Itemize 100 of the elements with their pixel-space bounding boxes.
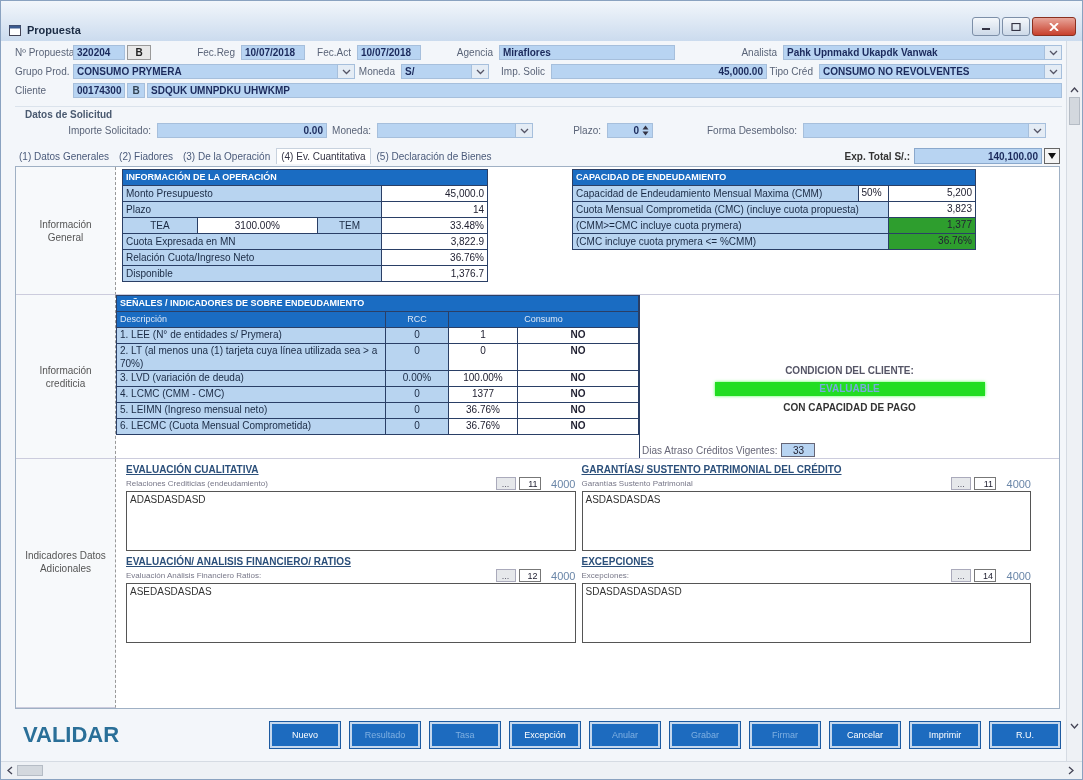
field-label: Moneda xyxy=(357,66,396,77)
scroll-thumb[interactable] xyxy=(1069,97,1080,125)
text-field[interactable]: 10/07/2018 xyxy=(357,45,421,60)
field-label: Plazo: xyxy=(572,125,602,136)
ellipsis-button[interactable]: ... xyxy=(951,569,971,582)
table-header: CAPACIDAD DE ENDEUDAMIENTO xyxy=(572,169,976,186)
counter-field: 11 xyxy=(518,477,541,490)
field-label: Imp. Solic xyxy=(500,66,546,77)
dropdown-button[interactable] xyxy=(1044,148,1060,164)
close-icon xyxy=(1049,22,1059,31)
maximize-icon xyxy=(1011,22,1021,31)
dropdown[interactable] xyxy=(803,123,1046,138)
scroll-up-icon xyxy=(1070,87,1079,93)
table-cell: 0 xyxy=(448,343,518,371)
text-area[interactable]: ADASDASDASD xyxy=(126,491,576,551)
dropdown[interactable]: S/ xyxy=(401,64,489,79)
dropdown-value: Pahk Upnmakd Ukapdk Vanwak xyxy=(787,46,939,59)
dropdown-value: CONSUMO NO REVOLVENTES xyxy=(823,65,971,78)
action-button[interactable]: Imprimir xyxy=(910,722,980,748)
vertical-scrollbar[interactable] xyxy=(1066,41,1082,761)
tab[interactable]: (4) Ev. Cuantitativa xyxy=(276,148,371,164)
window-title: Propuesta xyxy=(27,24,81,36)
dropdown[interactable]: Pahk Upnmakd Ukapdk Vanwak xyxy=(783,45,1062,60)
section-title: EVALUACIÓN/ ANALISIS FINANCIERO/ RATIOS xyxy=(126,555,352,568)
search-button[interactable]: B xyxy=(127,45,151,60)
field-label: Tipo Créd xyxy=(769,66,814,77)
max-length-label: 4000 xyxy=(1005,477,1031,490)
caret-down-icon xyxy=(1048,153,1056,159)
tab[interactable]: (5) Declaración de Bienes xyxy=(372,148,496,164)
tab[interactable]: (1) Datos Generales xyxy=(15,148,114,164)
chevron-down-icon xyxy=(519,127,529,134)
table-header: SEÑALES / INDICADORES DE SOBRE ENDEUDAMIENTO xyxy=(116,295,639,312)
field-label: Agencia xyxy=(455,47,494,58)
section-label: Información General xyxy=(38,217,93,244)
number-field[interactable]: 140,100.00 xyxy=(914,148,1042,164)
action-button[interactable]: Nuevo xyxy=(270,722,340,748)
minimize-button[interactable] xyxy=(972,17,1000,36)
dropdown[interactable]: CONSUMO NO REVOLVENTES xyxy=(819,64,1062,79)
text-area[interactable]: ASDASDASDAS xyxy=(581,491,1031,551)
scroll-right-icon xyxy=(1068,766,1074,775)
field-label: Evaluación Análisis Financiero Ratios: xyxy=(126,571,263,580)
section-label: Indicadores Datos Adicionales xyxy=(24,549,107,575)
chevron-down-icon xyxy=(475,68,485,75)
maximize-button[interactable] xyxy=(1002,17,1030,36)
text-field[interactable]: SDQUK UMNPDKU UHWKMP xyxy=(147,83,1062,98)
condition-note: CON CAPACIDAD DE PAGO xyxy=(783,402,916,413)
table-cell: NO xyxy=(517,343,639,371)
field-label: Excepciones: xyxy=(581,571,631,580)
ellipsis-button[interactable]: ... xyxy=(495,477,516,490)
search-button[interactable]: B xyxy=(127,83,145,98)
validation-title: VALIDAR xyxy=(23,722,120,748)
table-cell: 2. LT (al menos una (1) tarjeta cuya línea utilizada sea > a 70%) xyxy=(116,343,386,371)
action-button[interactable]: Excepción xyxy=(510,722,580,748)
field-label: Garantías Sustento Patrimonial xyxy=(581,479,694,488)
dropdown[interactable] xyxy=(377,123,533,138)
max-length-label: 4000 xyxy=(550,477,576,490)
close-button[interactable] xyxy=(1032,17,1076,36)
number-field[interactable]: 33 xyxy=(781,443,816,457)
spin-box[interactable]: 0 xyxy=(607,123,653,138)
max-length-label: 4000 xyxy=(1005,569,1031,582)
dropdown-value: S/ xyxy=(405,65,416,78)
window-icon xyxy=(9,25,21,36)
counter-field: 12 xyxy=(518,569,541,582)
section-title: EVALUACIÓN CUALITATIVA xyxy=(126,463,260,476)
max-length-label: 4000 xyxy=(550,569,576,582)
ellipsis-button[interactable]: ... xyxy=(495,569,516,582)
text-field[interactable]: 10/07/2018 xyxy=(241,45,305,60)
dropdown[interactable]: CONSUMO PRYMERA xyxy=(73,64,355,79)
number-field[interactable]: 45,000.00 xyxy=(551,64,767,79)
counter-field: 11 xyxy=(974,477,996,490)
field-label: Exp. Total S/.: xyxy=(844,150,911,162)
field-label: Fec.Reg xyxy=(196,47,236,58)
field-label: Forma Desembolso: xyxy=(705,125,798,136)
field-label: Fec.Act xyxy=(316,47,352,58)
counter-field: 14 xyxy=(974,569,996,582)
text-field[interactable]: 00174300 xyxy=(73,83,125,98)
dropdown-value: CONSUMO PRYMERA xyxy=(77,65,183,78)
scroll-left-icon xyxy=(7,766,13,775)
tab[interactable]: (2) Fiadores xyxy=(115,148,177,164)
action-button[interactable]: Cancelar xyxy=(830,722,900,748)
ellipsis-button[interactable]: ... xyxy=(951,477,971,490)
scroll-thumb[interactable] xyxy=(17,765,43,776)
text-field[interactable]: Miraflores xyxy=(499,45,675,60)
condition-heading: CONDICION DEL CLIENTE: xyxy=(785,365,914,376)
field-label: Relaciones Crediticias (endeudamiento) xyxy=(126,479,269,488)
section-title: GARANTÍAS/ SUSTENTO PATRIMONIAL DEL CRÉDITO xyxy=(581,463,843,476)
action-button[interactable]: R.U. xyxy=(990,722,1060,748)
text-area[interactable]: SDASDASDASDASD xyxy=(581,583,1031,643)
status-bar: EVALUABLE xyxy=(714,382,985,396)
chevron-down-icon xyxy=(1048,49,1058,56)
field-label: Dias Atraso Créditos Vigentes: xyxy=(642,444,778,456)
section-title: EXCEPCIONES xyxy=(581,555,655,568)
scroll-down-icon xyxy=(1070,723,1079,729)
field-label: Moneda: xyxy=(331,125,372,136)
text-area[interactable]: ASEDASDASDAS xyxy=(126,583,576,643)
chevron-down-icon xyxy=(1048,68,1058,75)
horizontal-scrollbar[interactable] xyxy=(1,761,1082,779)
tab[interactable]: (3) De la Operación xyxy=(178,148,275,164)
number-field[interactable]: 0.00 xyxy=(157,123,327,138)
text-field[interactable]: 320204 xyxy=(73,45,125,60)
